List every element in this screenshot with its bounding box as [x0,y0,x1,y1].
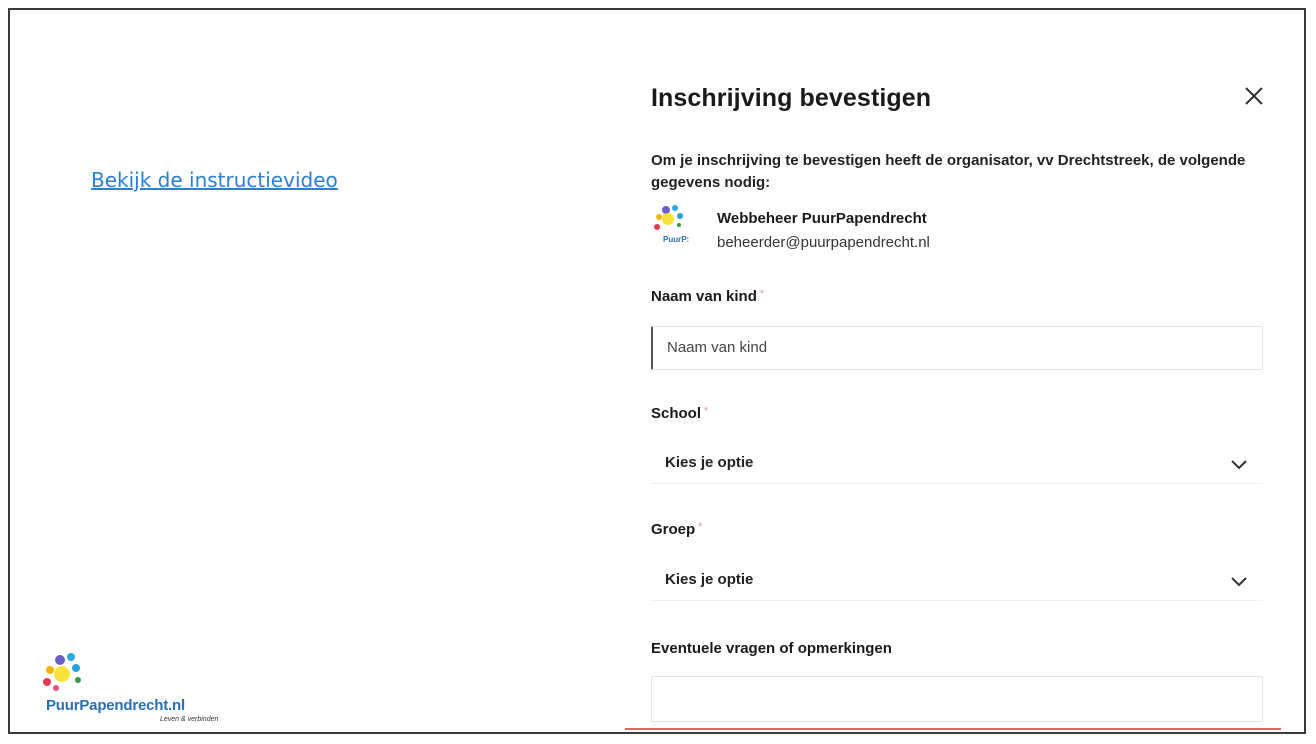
required-mark: * [759,288,765,300]
group-label-text: Groep [651,521,696,538]
chevron-down-icon [1231,460,1247,470]
school-select[interactable]: Kies je optie [651,444,1263,484]
panel-title: Inschrijving bevestigen [651,84,932,112]
school-label-text: School [651,405,702,422]
group-label: Groep * [651,521,702,538]
logo-text: PuurPapendrecht.nl [46,697,185,714]
required-mark: * [704,405,709,417]
child-name-input[interactable]: Naam van kind [651,326,1263,370]
required-mark: * [698,521,703,533]
remarks-textarea[interactable] [651,676,1263,722]
organizer-name: Webbeheer PuurPapendrecht [717,210,927,227]
school-selected-value: Kies je optie [665,454,754,471]
close-icon[interactable] [1242,84,1266,108]
remarks-label: Eventuele vragen of opmerkingen [651,640,892,657]
school-label: School * [651,405,708,422]
organizer-email: beheerder@puurpapendrecht.nl [717,234,930,251]
group-selected-value: Kies je optie [665,571,754,588]
accent-divider [625,728,1281,730]
organizer-logo: PuurP: [651,203,701,247]
name-label-text: Naam van kind [651,288,757,305]
site-logo: PuurPapendrecht.nl Leven & verbinden [40,650,240,730]
chevron-down-icon [1231,577,1247,587]
confirm-registration-panel: Inschrijving bevestigen Om je inschrijvi… [625,0,1281,744]
child-name-placeholder: Naam van kind [667,339,768,356]
organizer-logo-text: PuurP: [663,235,689,244]
logo-tagline: Leven & verbinden [160,716,219,723]
name-label: Naam van kind * [651,288,764,305]
intro-text: Om je inschrijving te bevestigen heeft d… [651,152,1246,191]
instruction-video-link[interactable]: Bekijk de instructievideo [91,168,338,192]
logo-dots-icon [43,653,81,691]
group-select[interactable]: Kies je optie [651,561,1263,601]
